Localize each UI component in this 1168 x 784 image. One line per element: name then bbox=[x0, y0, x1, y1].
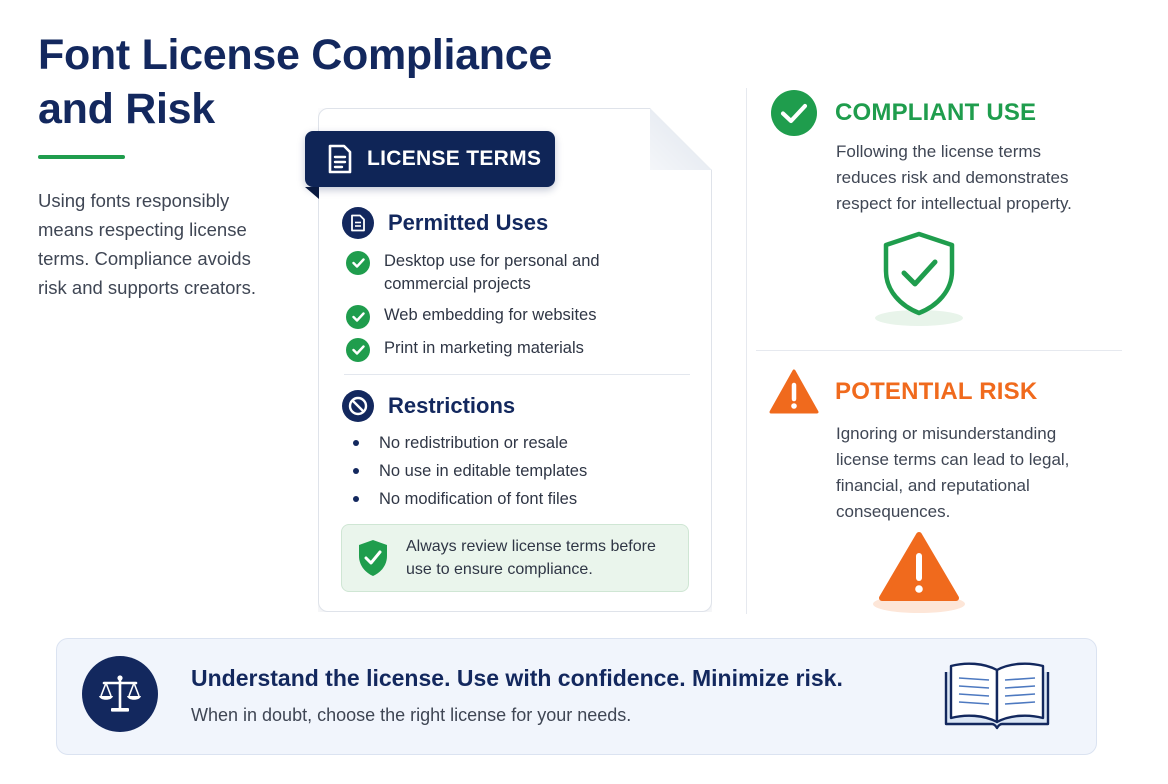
prohibited-icon bbox=[342, 390, 374, 422]
review-note-box: Always review license terms before use t… bbox=[341, 524, 689, 592]
permitted-uses-header: Permitted Uses bbox=[342, 207, 548, 239]
bullet-icon bbox=[353, 468, 359, 474]
potential-risk-header: POTENTIAL RISK bbox=[769, 368, 1037, 416]
list-item: No redistribution or resale bbox=[350, 429, 680, 457]
permitted-item-text: Web embedding for websites bbox=[384, 306, 597, 324]
review-note-text: Always review license terms before use t… bbox=[406, 538, 656, 578]
compliant-use-title: COMPLIANT USE bbox=[835, 99, 1037, 126]
warning-triangle-icon bbox=[873, 532, 965, 613]
permitted-item-text: Desktop use for personal and commercial … bbox=[384, 252, 600, 293]
banner-headline: Understand the license. Use with confide… bbox=[191, 665, 843, 691]
shield-check-icon bbox=[359, 540, 387, 576]
column-divider bbox=[746, 88, 747, 614]
check-icon bbox=[346, 305, 370, 329]
scales-icon bbox=[82, 656, 158, 732]
permitted-uses-list: Desktop use for personal and commercial … bbox=[346, 250, 676, 370]
list-item: Web embedding for websites bbox=[346, 304, 676, 329]
bullet-icon bbox=[353, 496, 359, 502]
permitted-uses-title: Permitted Uses bbox=[388, 210, 549, 235]
check-icon bbox=[346, 251, 370, 275]
list-item: Print in marketing materials bbox=[346, 337, 676, 362]
section-divider bbox=[756, 350, 1122, 351]
potential-risk-title: POTENTIAL RISK bbox=[835, 378, 1038, 405]
license-terms-tab: LICENSE TERMS bbox=[305, 131, 555, 199]
title-underline bbox=[38, 155, 125, 159]
bullet-icon bbox=[353, 440, 359, 446]
list-item: Desktop use for personal and commercial … bbox=[346, 250, 676, 296]
restrictions-title: Restrictions bbox=[388, 393, 516, 418]
intro-text: Using fonts responsibly means respecting… bbox=[38, 190, 256, 298]
license-terms-label: LICENSE TERMS bbox=[367, 147, 542, 170]
compliant-use-description: Following the license terms reduces risk… bbox=[836, 142, 1072, 213]
shield-check-icon bbox=[875, 231, 963, 326]
restriction-item-text: No use in editable templates bbox=[379, 461, 588, 480]
open-book-icon bbox=[944, 662, 1050, 730]
potential-risk-description: Ignoring or misunderstanding license ter… bbox=[836, 424, 1070, 521]
check-circle-icon bbox=[771, 90, 817, 136]
banner-subline: When in doubt, choose the right license … bbox=[191, 705, 632, 725]
summary-banner bbox=[56, 638, 1097, 755]
restrictions-header: Restrictions bbox=[342, 390, 515, 422]
list-item: No modification of font files bbox=[350, 485, 680, 513]
restrictions-list: No redistribution or resale No use in ed… bbox=[350, 429, 680, 513]
restriction-item-text: No modification of font files bbox=[379, 489, 578, 508]
restriction-item-text: No redistribution or resale bbox=[379, 433, 568, 452]
warning-triangle-icon bbox=[769, 369, 819, 414]
document-icon bbox=[328, 144, 352, 174]
permitted-item-text: Print in marketing materials bbox=[384, 339, 584, 357]
document-page-fold bbox=[650, 108, 712, 170]
compliant-use-header: COMPLIANT USE bbox=[770, 89, 1036, 137]
section-divider bbox=[344, 374, 690, 375]
check-icon bbox=[346, 338, 370, 362]
document-icon bbox=[342, 207, 374, 239]
list-item: No use in editable templates bbox=[350, 457, 680, 485]
